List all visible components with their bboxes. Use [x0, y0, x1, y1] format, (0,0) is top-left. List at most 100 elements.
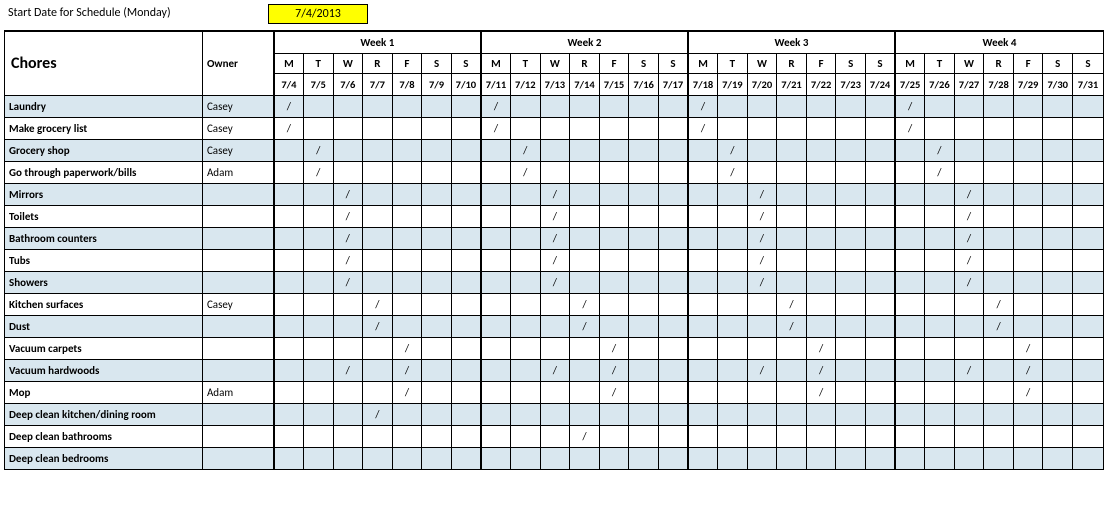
schedule-cell[interactable]: / [540, 183, 570, 205]
schedule-cell[interactable] [658, 447, 688, 469]
schedule-cell[interactable] [629, 271, 659, 293]
schedule-cell[interactable] [422, 315, 452, 337]
schedule-cell[interactable] [599, 227, 629, 249]
schedule-cell[interactable] [658, 117, 688, 139]
schedule-cell[interactable] [806, 425, 836, 447]
schedule-cell[interactable] [629, 205, 659, 227]
schedule-cell[interactable] [599, 161, 629, 183]
schedule-cell[interactable] [1073, 139, 1104, 161]
schedule-cell[interactable] [1043, 183, 1073, 205]
schedule-cell[interactable] [1073, 227, 1104, 249]
schedule-cell[interactable] [540, 447, 570, 469]
schedule-cell[interactable]: / [511, 161, 541, 183]
schedule-cell[interactable]: / [570, 315, 600, 337]
schedule-cell[interactable]: / [954, 359, 984, 381]
schedule-cell[interactable] [540, 403, 570, 425]
schedule-cell[interactable]: / [363, 293, 393, 315]
schedule-cell[interactable] [925, 425, 955, 447]
schedule-cell[interactable] [599, 117, 629, 139]
schedule-cell[interactable] [570, 227, 600, 249]
schedule-cell[interactable] [836, 315, 866, 337]
schedule-cell[interactable] [451, 381, 481, 403]
schedule-cell[interactable] [629, 227, 659, 249]
schedule-cell[interactable]: / [984, 315, 1014, 337]
schedule-cell[interactable] [1073, 293, 1104, 315]
schedule-cell[interactable] [570, 271, 600, 293]
schedule-cell[interactable] [629, 381, 659, 403]
schedule-cell[interactable] [511, 293, 541, 315]
schedule-cell[interactable] [540, 337, 570, 359]
schedule-cell[interactable] [895, 425, 925, 447]
schedule-cell[interactable] [1073, 315, 1104, 337]
schedule-cell[interactable] [363, 95, 393, 117]
schedule-cell[interactable] [451, 161, 481, 183]
schedule-cell[interactable] [747, 139, 777, 161]
schedule-cell[interactable] [333, 161, 363, 183]
schedule-cell[interactable] [511, 381, 541, 403]
schedule-cell[interactable] [925, 337, 955, 359]
schedule-cell[interactable] [718, 359, 748, 381]
schedule-cell[interactable] [481, 249, 511, 271]
schedule-cell[interactable] [688, 359, 718, 381]
schedule-cell[interactable] [481, 447, 511, 469]
schedule-cell[interactable] [865, 425, 895, 447]
schedule-cell[interactable] [363, 447, 393, 469]
schedule-cell[interactable] [481, 403, 511, 425]
schedule-cell[interactable] [1043, 403, 1073, 425]
schedule-cell[interactable] [629, 183, 659, 205]
schedule-cell[interactable] [777, 95, 807, 117]
schedule-cell[interactable] [303, 117, 333, 139]
schedule-cell[interactable]: / [718, 139, 748, 161]
schedule-cell[interactable] [392, 139, 422, 161]
schedule-cell[interactable] [658, 227, 688, 249]
schedule-cell[interactable] [451, 271, 481, 293]
schedule-cell[interactable] [1043, 117, 1073, 139]
schedule-cell[interactable]: / [747, 271, 777, 293]
schedule-cell[interactable] [895, 381, 925, 403]
schedule-cell[interactable] [806, 315, 836, 337]
schedule-cell[interactable] [422, 337, 452, 359]
schedule-cell[interactable] [747, 293, 777, 315]
schedule-cell[interactable] [481, 227, 511, 249]
schedule-cell[interactable] [895, 227, 925, 249]
schedule-cell[interactable]: / [511, 139, 541, 161]
schedule-cell[interactable] [303, 381, 333, 403]
schedule-cell[interactable] [806, 117, 836, 139]
schedule-cell[interactable] [1013, 447, 1043, 469]
schedule-cell[interactable] [422, 271, 452, 293]
schedule-cell[interactable] [599, 249, 629, 271]
schedule-cell[interactable]: / [688, 95, 718, 117]
schedule-cell[interactable]: / [1013, 337, 1043, 359]
start-date-value[interactable]: 7/4/2013 [268, 4, 368, 24]
schedule-cell[interactable] [984, 403, 1014, 425]
schedule-cell[interactable] [777, 447, 807, 469]
schedule-cell[interactable]: / [747, 249, 777, 271]
schedule-cell[interactable] [422, 161, 452, 183]
schedule-cell[interactable] [303, 337, 333, 359]
schedule-cell[interactable] [570, 161, 600, 183]
schedule-cell[interactable]: / [540, 227, 570, 249]
schedule-cell[interactable] [570, 139, 600, 161]
schedule-cell[interactable] [688, 227, 718, 249]
schedule-cell[interactable] [718, 271, 748, 293]
chore-owner[interactable] [202, 315, 273, 337]
schedule-cell[interactable] [688, 425, 718, 447]
schedule-cell[interactable] [747, 337, 777, 359]
schedule-cell[interactable]: / [954, 205, 984, 227]
schedule-cell[interactable] [836, 161, 866, 183]
schedule-cell[interactable] [422, 381, 452, 403]
schedule-cell[interactable] [363, 359, 393, 381]
schedule-cell[interactable] [777, 161, 807, 183]
schedule-cell[interactable] [777, 337, 807, 359]
schedule-cell[interactable] [836, 117, 866, 139]
schedule-cell[interactable] [895, 403, 925, 425]
schedule-cell[interactable]: / [392, 381, 422, 403]
schedule-cell[interactable] [570, 403, 600, 425]
schedule-cell[interactable] [984, 117, 1014, 139]
schedule-cell[interactable] [954, 161, 984, 183]
schedule-cell[interactable] [1073, 337, 1104, 359]
schedule-cell[interactable] [688, 403, 718, 425]
schedule-cell[interactable] [511, 117, 541, 139]
schedule-cell[interactable] [718, 403, 748, 425]
schedule-cell[interactable] [688, 249, 718, 271]
